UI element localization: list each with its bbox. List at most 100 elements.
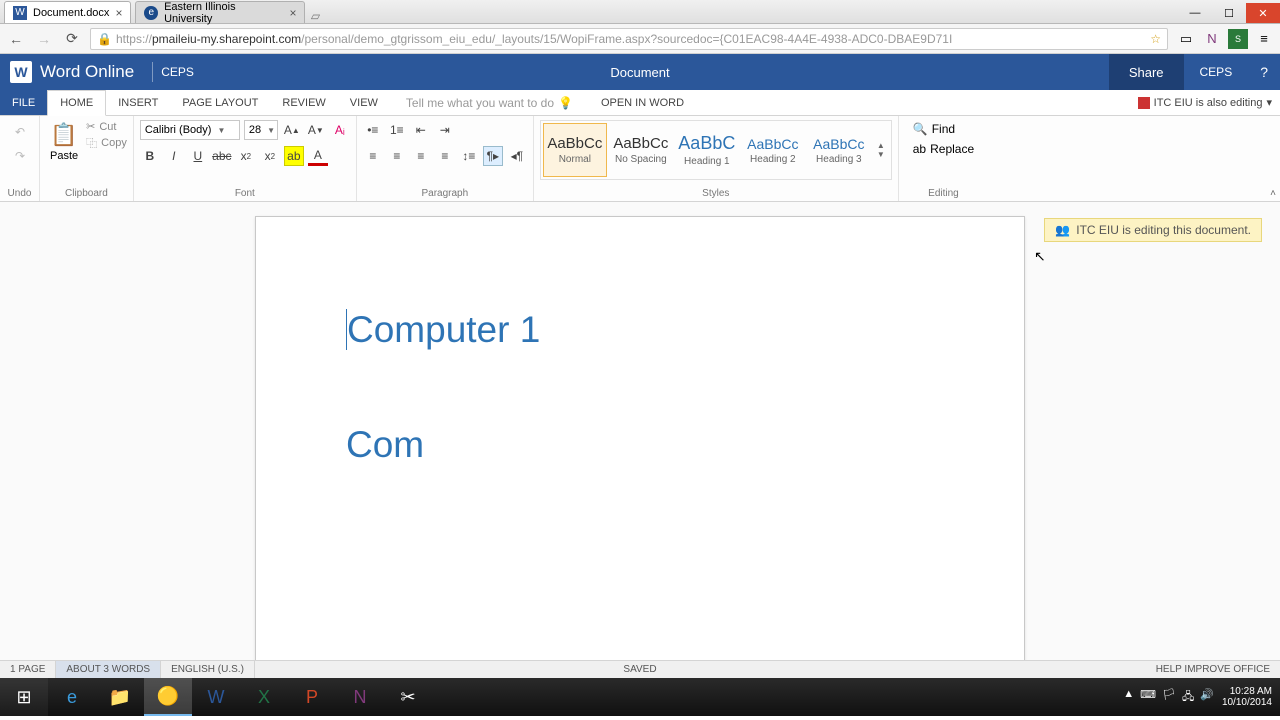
reload-button[interactable]: ⟳: [62, 29, 82, 49]
taskbar-explorer[interactable]: 📁: [96, 678, 144, 716]
grow-font-button[interactable]: A▲: [282, 120, 302, 140]
tab-insert[interactable]: INSERT: [106, 90, 170, 115]
user-left[interactable]: CEPS: [161, 65, 194, 79]
find-button[interactable]: 🔍Find: [913, 122, 974, 136]
coedit-notification[interactable]: 👥 ITC EIU is editing this document.: [1044, 218, 1262, 242]
forward-button[interactable]: →: [34, 29, 54, 49]
browser-tab-active[interactable]: W Document.docx ×: [4, 1, 131, 23]
outdent-button[interactable]: ⇤: [411, 120, 431, 140]
flag-icon[interactable]: 🏳: [1162, 688, 1176, 707]
extension-icons: ▭ N S ≡: [1176, 29, 1274, 49]
rtl-button[interactable]: ◂¶: [507, 146, 527, 166]
star-icon[interactable]: ☆: [1150, 32, 1161, 46]
user-right[interactable]: CEPS: [1184, 65, 1249, 79]
maximize-button[interactable]: ☐: [1212, 3, 1246, 23]
close-window-button[interactable]: ✕: [1246, 3, 1280, 23]
style-normal[interactable]: AaBbCcNormal: [543, 123, 607, 177]
document-page[interactable]: Computer 1 Com: [255, 216, 1025, 660]
align-center-button[interactable]: ≡: [387, 146, 407, 166]
network-icon[interactable]: 🖧: [1182, 688, 1194, 707]
font-color-button[interactable]: A: [308, 146, 328, 166]
word-logo[interactable]: W Word Online: [0, 61, 144, 83]
device-icon[interactable]: ▭: [1176, 29, 1196, 49]
taskbar-clock[interactable]: 10:28 AM 10/10/2014: [1222, 686, 1272, 708]
shrink-font-button[interactable]: A▼: [306, 120, 326, 140]
style-more-button[interactable]: ▲▼: [873, 141, 889, 159]
style-heading-2[interactable]: AaBbCcHeading 2: [741, 123, 805, 177]
close-icon[interactable]: ×: [289, 6, 296, 20]
numbering-button[interactable]: 1≡: [387, 120, 407, 140]
replace-button[interactable]: abReplace: [913, 142, 974, 156]
bullets-button[interactable]: •≡: [363, 120, 383, 140]
strike-button[interactable]: abc: [212, 146, 232, 166]
status-language[interactable]: ENGLISH (U.S.): [161, 661, 255, 678]
font-size-combo[interactable]: 28▼: [244, 120, 278, 140]
redo-button[interactable]: ↷: [10, 146, 30, 166]
tab-page-layout[interactable]: PAGE LAYOUT: [170, 90, 270, 115]
status-help[interactable]: HELP IMPROVE OFFICE: [1146, 664, 1280, 675]
font-name-combo[interactable]: Calibri (Body)▼: [140, 120, 240, 140]
underline-button[interactable]: U: [188, 146, 208, 166]
new-tab-button[interactable]: ▱: [305, 9, 325, 23]
close-icon[interactable]: ×: [115, 6, 122, 20]
style-no-spacing[interactable]: AaBbCcNo Spacing: [609, 123, 673, 177]
status-pages[interactable]: 1 PAGE: [0, 661, 56, 678]
chevron-down-icon: ▼: [217, 126, 225, 135]
keyboard-icon[interactable]: ⌨: [1140, 688, 1156, 707]
line-spacing-button[interactable]: ↕≡: [459, 146, 479, 166]
onenote-icon[interactable]: N: [1202, 29, 1222, 49]
taskbar-powerpoint[interactable]: P: [288, 678, 336, 716]
taskbar-chrome[interactable]: 🟡: [144, 678, 192, 716]
heading-line-2[interactable]: Com: [346, 422, 934, 467]
group-label-font: Font: [140, 188, 350, 201]
tab-review[interactable]: REVIEW: [270, 90, 337, 115]
copy-button[interactable]: ⿻Copy: [86, 135, 127, 151]
status-words[interactable]: ABOUT 3 WORDS: [56, 661, 161, 678]
help-button[interactable]: ?: [1248, 64, 1280, 80]
taskbar-snip[interactable]: ✂: [384, 678, 432, 716]
align-right-button[interactable]: ≡: [411, 146, 431, 166]
menu-icon[interactable]: ≡: [1254, 29, 1274, 49]
volume-icon[interactable]: 🔊: [1200, 688, 1214, 707]
start-button[interactable]: ⊞: [0, 678, 48, 716]
subscript-button[interactable]: x2: [236, 146, 256, 166]
document-title[interactable]: Document: [610, 65, 669, 80]
taskbar-word[interactable]: W: [192, 678, 240, 716]
tab-view[interactable]: VIEW: [338, 90, 390, 115]
tell-me-search[interactable]: Tell me what you want to do 💡: [398, 90, 581, 115]
cut-button[interactable]: ✂Cut: [86, 120, 127, 133]
superscript-button[interactable]: x2: [260, 146, 280, 166]
clear-format-button[interactable]: Aᵢ: [330, 120, 350, 140]
style-heading-3[interactable]: AaBbCcHeading 3: [807, 123, 871, 177]
align-left-button[interactable]: ≡: [363, 146, 383, 166]
bold-button[interactable]: B: [140, 146, 160, 166]
italic-button[interactable]: I: [164, 146, 184, 166]
collapse-ribbon-button[interactable]: ˄: [1270, 188, 1276, 199]
share-button[interactable]: Share: [1109, 54, 1184, 90]
tab-home[interactable]: HOME: [47, 90, 106, 116]
highlight-button[interactable]: ab: [284, 146, 304, 166]
paste-button[interactable]: 📋 Paste: [46, 120, 82, 164]
tray-up-icon[interactable]: ▲: [1123, 688, 1134, 707]
open-in-word-button[interactable]: OPEN IN WORD: [601, 90, 684, 115]
url-scheme: https://: [116, 32, 152, 46]
group-label-editing: Editing: [905, 188, 982, 201]
minimize-button[interactable]: —: [1178, 3, 1212, 23]
system-tray[interactable]: ▲ ⌨ 🏳 🖧 🔊: [1123, 688, 1214, 707]
undo-button[interactable]: ↶: [10, 122, 30, 142]
taskbar-onenote[interactable]: N: [336, 678, 384, 716]
tab-file[interactable]: FILE: [0, 90, 47, 115]
document-canvas[interactable]: 👥 ITC EIU is editing this document. ↖ Co…: [0, 202, 1280, 660]
back-button[interactable]: ←: [6, 29, 26, 49]
style-heading-1[interactable]: AaBbCHeading 1: [675, 123, 739, 177]
url-input[interactable]: 🔒 https://pmaileiu-my.sharepoint.com/per…: [90, 28, 1168, 50]
sharepoint-icon[interactable]: S: [1228, 29, 1248, 49]
justify-button[interactable]: ≡: [435, 146, 455, 166]
heading-line-1[interactable]: Computer 1: [346, 307, 934, 352]
coedit-indicator[interactable]: ITC EIU is also editing ▾: [1130, 90, 1280, 115]
ltr-button[interactable]: ¶▸: [483, 146, 503, 166]
indent-button[interactable]: ⇥: [435, 120, 455, 140]
taskbar-excel[interactable]: X: [240, 678, 288, 716]
browser-tab-inactive[interactable]: e Eastern Illinois University ×: [135, 1, 305, 23]
taskbar-ie[interactable]: e: [48, 678, 96, 716]
